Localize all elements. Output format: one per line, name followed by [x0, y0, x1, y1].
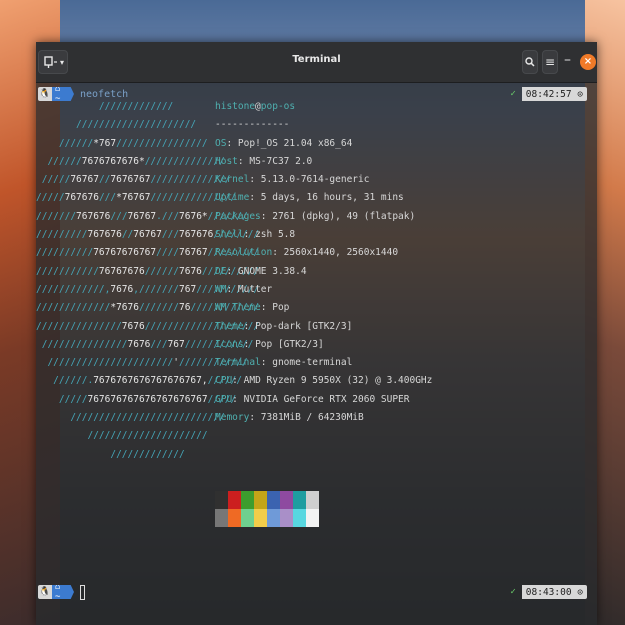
info-key: WM [215, 283, 227, 295]
info-value: 2560x1440, 2560x1440 [283, 247, 399, 259]
info-row: WM: Mutter [215, 283, 273, 295]
system-info: histone@pop-os ------------- OS: Pop!_OS… [215, 98, 432, 427]
info-key: Uptime [215, 192, 250, 204]
info-key: Memory [215, 412, 250, 424]
color-swatch [241, 491, 254, 509]
info-value: AMD Ryzen 9 5950X (32) @ 3.400GHz [243, 375, 433, 387]
info-row: Theme: Pop-dark [GTK2/3] [215, 320, 353, 332]
info-value: MS-7C37 2.0 [249, 155, 313, 167]
user-host: histone@pop-os [215, 101, 296, 112]
color-swatch [306, 509, 319, 527]
color-swatch [267, 491, 280, 509]
color-swatch [215, 491, 228, 509]
color-swatch [267, 509, 280, 527]
menu-button[interactable]: ≡ [542, 50, 558, 74]
timestamp: 08:43:00 ⊙ [521, 585, 587, 599]
info-row: Memory: 7381MiB / 64230MiB [215, 412, 364, 424]
info-row: Icons: Pop [GTK2/3] [215, 338, 324, 350]
info-value: 5.13.0-7614-generic [260, 174, 370, 186]
info-key: Shell [215, 229, 244, 241]
check-icon: ✓ [510, 89, 516, 99]
info-key: DE [215, 265, 227, 277]
info-value: Pop [GTK2/3] [255, 338, 324, 350]
color-swatch [241, 509, 254, 527]
info-key: Terminal [215, 357, 261, 369]
info-row: Kernel: 5.13.0-7614-generic [215, 174, 370, 186]
color-swatch [254, 509, 267, 527]
info-key: Kernel [215, 174, 250, 186]
terminal-content[interactable]: 🐧 ⌂ ~ neofetch ✓ 08:42:57 ⊙ ////////////… [36, 82, 597, 625]
color-swatch [293, 509, 306, 527]
color-swatch [280, 491, 293, 509]
color-palette [215, 491, 319, 527]
terminal-window: ▾ Terminal ≡ – × 🐧 ⌂ ~ neofetch ✓ 08:42:… [36, 42, 597, 625]
minimize-button[interactable]: – [564, 52, 571, 68]
info-key: GPU [215, 393, 233, 405]
right-prompt-1: ✓ 08:42:57 ⊙ [510, 87, 587, 101]
info-value: 2761 (dpkg), 49 (flatpak) [272, 210, 416, 222]
window-title: Terminal [292, 54, 341, 65]
info-row: Shell: zsh 5.8 [215, 229, 296, 241]
check-icon: ✓ [510, 587, 516, 597]
info-row: Uptime: 5 days, 16 hours, 31 mins [215, 192, 404, 204]
home-dir-segment: ⌂ ~ [52, 585, 74, 599]
color-swatch [228, 491, 241, 509]
info-row: CPU: AMD Ryzen 9 5950X (32) @ 3.400GHz [215, 375, 433, 387]
color-swatch [215, 509, 228, 527]
color-swatch [306, 491, 319, 509]
info-row: Terminal: gnome-terminal [215, 357, 353, 369]
color-swatch [293, 491, 306, 509]
info-value: Pop-dark [GTK2/3] [255, 320, 353, 332]
info-row: Resolution: 2560x1440, 2560x1440 [215, 247, 399, 259]
color-swatch [228, 509, 241, 527]
titlebar: ▾ Terminal ≡ – × [36, 42, 597, 83]
color-swatch [280, 509, 293, 527]
close-button[interactable]: × [580, 54, 596, 70]
info-value: Pop [272, 302, 290, 314]
info-row: OS: Pop!_OS 21.04 x86_64 [215, 137, 353, 149]
info-key: Packages [215, 210, 261, 222]
color-swatch [254, 491, 267, 509]
info-value: GNOME 3.38.4 [237, 265, 307, 277]
info-value: Mutter [237, 283, 273, 295]
info-key: WM Theme [215, 302, 261, 314]
info-key: Icons [215, 338, 244, 350]
separator: ------------- [215, 119, 290, 131]
info-value: gnome-terminal [272, 357, 353, 369]
info-row: Host: MS-7C37 2.0 [215, 155, 313, 167]
info-key: OS [215, 137, 227, 149]
info-value: Pop!_OS 21.04 x86_64 [237, 137, 353, 149]
search-button[interactable] [522, 50, 538, 74]
info-key: Host [215, 155, 238, 167]
info-row: GPU: NVIDIA GeForce RTX 2060 SUPER [215, 393, 410, 405]
timestamp: 08:42:57 ⊙ [521, 87, 587, 101]
info-value: NVIDIA GeForce RTX 2060 SUPER [243, 393, 410, 405]
hamburger-icon: ≡ [544, 55, 556, 69]
info-row: Packages: 2761 (dpkg), 49 (flatpak) [215, 210, 416, 222]
penguin-icon: 🐧 [38, 585, 52, 599]
right-prompt-2: ✓ 08:43:00 ⊙ [510, 585, 587, 599]
text-cursor [80, 584, 85, 600]
info-row: DE: GNOME 3.38.4 [215, 265, 307, 277]
prompt-line-2: 🐧 ⌂ ~ [38, 584, 85, 600]
info-value: 5 days, 16 hours, 31 mins [260, 192, 404, 204]
search-icon [525, 57, 535, 67]
info-key: Resolution [215, 247, 273, 259]
info-value: zsh 5.8 [255, 229, 296, 241]
info-row: WM Theme: Pop [215, 302, 290, 314]
info-key: CPU [215, 375, 233, 387]
info-value: 7381MiB / 64230MiB [260, 412, 364, 424]
info-key: Theme [215, 320, 244, 332]
